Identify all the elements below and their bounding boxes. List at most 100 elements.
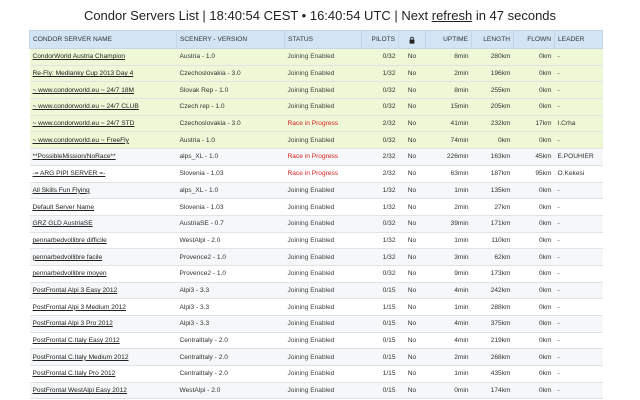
server-name-link[interactable]: GRZ GLD AustriaSE — [33, 220, 93, 227]
col-header-pilots[interactable]: PILOTS — [361, 30, 399, 49]
pilots-cell: 0/32 — [361, 265, 399, 283]
flown-cell: 45km — [513, 148, 555, 166]
scenery-cell: Alpi3 - 3.3 — [176, 298, 285, 316]
pilots-cell: 1/32 — [361, 182, 399, 200]
server-name-link[interactable]: pennarbedvollibre difficile — [33, 237, 107, 244]
server-name-link[interactable]: PostFrontal Alpi 3 Medium 2012 — [33, 304, 126, 311]
status-cell: Joining Enabled — [284, 315, 362, 333]
flown-cell: 0km — [513, 81, 555, 100]
status-cell: Joining Enabled — [284, 48, 362, 66]
leader-cell: - — [554, 248, 603, 266]
col-header-leader[interactable]: LEADER — [554, 30, 603, 49]
server-name-link[interactable]: ~ www.condorworld.eu ~ 24/7 CLUB — [33, 103, 139, 110]
server-name-cell: ~ www.condorworld.eu ~ 24/7 STD — [29, 115, 177, 133]
server-name-link[interactable]: ~ www.condorworld.eu ~ FreeFly — [33, 137, 129, 144]
pilots-cell: 1/32 — [361, 198, 399, 216]
length-cell: 174km — [471, 382, 514, 400]
server-name-link[interactable]: Re-Fly: Medlanky Cup 2013 Day 4 — [33, 70, 134, 77]
col-header-scenery[interactable]: SCENERY - VERSION — [176, 30, 285, 49]
scenery-cell: Alpi3 - 3.3 — [176, 282, 285, 300]
server-name-link[interactable]: Default Server Name — [33, 204, 95, 211]
server-name-link[interactable]: ~ www.condorworld.eu ~ 24/7 18M — [33, 87, 135, 94]
server-name-cell: PostFrontal C.Italy Medium 2012 — [29, 348, 177, 367]
flown-cell: 0km — [513, 265, 555, 283]
pilots-cell: 2/32 — [361, 148, 399, 166]
server-name-cell: ~ www.condorworld.eu ~ 24/7 18M — [29, 81, 177, 100]
flown-cell: 0km — [513, 365, 555, 383]
col-header-length[interactable]: LENGTH — [471, 30, 514, 49]
table-row: Re-Fly: Medlanky Cup 2013 Day 4 Czechoslo… — [29, 65, 603, 83]
server-name-link[interactable]: CondorWorld Austria Champion — [33, 53, 126, 60]
server-name-link[interactable]: pennarbedvollibre moyen — [33, 270, 107, 277]
leader-cell: - — [554, 365, 603, 383]
leader-cell: - — [554, 48, 603, 66]
server-name-cell: pennarbedvollibre moyen — [29, 265, 177, 283]
pilots-cell: 0/15 — [361, 315, 399, 333]
server-name-cell: CondorWorld Austria Champion — [29, 48, 177, 66]
scenery-cell: Slovenia - 1.03 — [176, 165, 285, 183]
table-row: PostFrontal Alpi 3 Medium 2012 Alpi3 - 3.… — [29, 298, 603, 316]
length-cell: 62km — [471, 248, 514, 266]
status-cell: Joining Enabled — [284, 248, 362, 266]
status-cell: Joining Enabled — [284, 215, 362, 233]
server-name-link[interactable]: PostFrontal Alpi 3 Pro 2012 — [33, 320, 113, 327]
col-header-lock[interactable] — [398, 30, 426, 49]
server-name-link[interactable]: PostFrontal C.Italy Pro 2012 — [33, 370, 116, 377]
lock-cell: No — [398, 332, 426, 350]
server-name-cell: PostFrontal Alpi 3 Medium 2012 — [29, 298, 177, 316]
length-cell: 288km — [471, 298, 514, 316]
uptime-cell: 41min — [425, 115, 472, 133]
col-header-uptime[interactable]: UPTIME — [425, 30, 472, 49]
leader-cell: - — [554, 81, 603, 100]
server-name-link[interactable]: **PossibleMission/NoRace** — [33, 153, 116, 160]
server-name-link[interactable]: -= ARG PIPI SERVER =- — [33, 170, 106, 177]
server-name-link[interactable]: PostFrontal C.Italy Easy 2012 — [33, 337, 120, 344]
table-row: Default Server Name Slovenia - 1.03 Joinin… — [29, 198, 603, 216]
col-header-name[interactable]: CONDOR SERVER NAME — [29, 30, 177, 49]
length-cell: 242km — [471, 282, 514, 300]
leader-cell: - — [554, 98, 603, 116]
scenery-cell: Provence2 - 1.0 — [176, 265, 285, 283]
title-prefix: Condor Servers List | 18:40:54 CEST • 16… — [83, 8, 432, 23]
scenery-cell: Alpi3 - 3.3 — [176, 315, 285, 333]
server-name-link[interactable]: pennarbedvollibre facile — [33, 254, 103, 261]
flown-cell: 17km — [513, 115, 555, 133]
leader-cell: - — [554, 182, 603, 200]
col-header-flown[interactable]: FLOWN — [513, 30, 555, 49]
uptime-cell: 8min — [425, 81, 472, 100]
server-name-link[interactable]: PostFrontal C.Italy Medium 2012 — [33, 354, 129, 361]
pilots-cell: 0/15 — [361, 332, 399, 350]
server-name-link[interactable]: ~ www.condorworld.eu ~ 24/7 STD — [33, 120, 135, 127]
pilots-cell: 0/15 — [361, 282, 399, 300]
status-cell: Joining Enabled — [284, 232, 362, 250]
col-header-status[interactable]: STATUS — [284, 30, 362, 49]
uptime-cell: 226min — [425, 148, 472, 166]
lock-cell: No — [398, 165, 426, 183]
pilots-cell: 1/32 — [361, 65, 399, 83]
length-cell: 163km — [471, 148, 514, 166]
lock-cell: No — [398, 98, 426, 116]
status-cell: Joining Enabled — [284, 131, 362, 150]
table-row: CondorWorld Austria Champion Austria - 1.… — [29, 48, 603, 66]
refresh-link[interactable]: refresh — [432, 8, 472, 23]
status-cell: Joining Enabled — [284, 298, 362, 316]
server-name-link[interactable]: PostFrontal WestAlpi Easy 2012 — [33, 387, 127, 394]
server-name-link[interactable]: All Skills Fun Flying — [33, 187, 90, 194]
pilots-cell: 0/32 — [361, 48, 399, 66]
leader-cell: - — [554, 315, 603, 333]
server-name-link[interactable]: PostFrontal Alpi 3 Easy 2012 — [33, 287, 118, 294]
lock-cell: No — [398, 182, 426, 200]
flown-cell: 0km — [513, 48, 555, 66]
scenery-cell: CentralItaly - 2.0 — [176, 332, 285, 350]
scenery-cell: WestAlpi - 2.0 — [176, 232, 285, 250]
leader-cell: - — [554, 65, 603, 83]
server-name-cell: -= ARG PIPI SERVER =- — [29, 165, 177, 183]
status-cell: Joining Enabled — [284, 182, 362, 200]
table-row: PostFrontal Alpi 3 Pro 2012 Alpi3 - 3.3 Jo… — [29, 315, 603, 333]
pilots-cell: 2/32 — [361, 115, 399, 133]
uptime-cell: 2min — [425, 348, 472, 367]
leader-cell: - — [554, 382, 603, 400]
flown-cell: 0km — [513, 198, 555, 216]
table-row: PostFrontal C.Italy Easy 2012 CentralItal… — [29, 332, 603, 350]
scenery-cell: alps_XL - 1.0 — [176, 148, 285, 166]
